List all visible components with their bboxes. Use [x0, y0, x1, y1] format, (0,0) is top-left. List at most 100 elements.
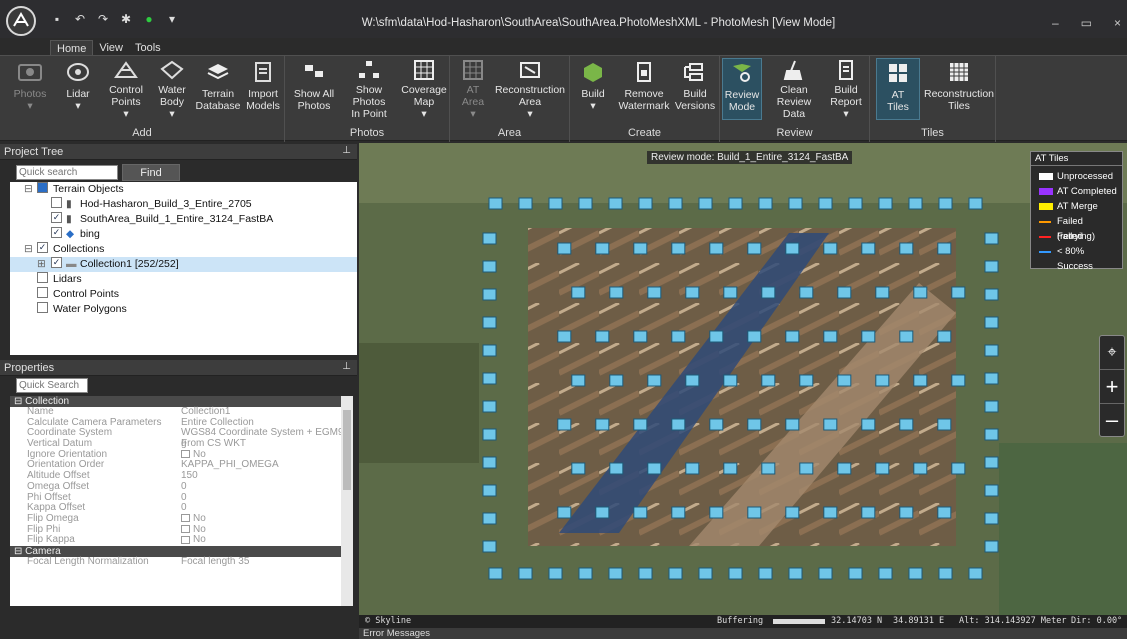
camera-marker[interactable]: [875, 374, 890, 387]
checkbox[interactable]: ✓: [51, 212, 62, 223]
checkbox[interactable]: ✓: [37, 242, 48, 253]
camera-marker[interactable]: [818, 197, 833, 210]
camera-marker[interactable]: [482, 372, 497, 385]
tree-item-bing[interactable]: ✓ ◆ bing: [10, 227, 357, 242]
checkbox[interactable]: [51, 197, 62, 208]
camera-marker[interactable]: [638, 197, 653, 210]
camera-marker[interactable]: [788, 197, 803, 210]
camera-marker[interactable]: [482, 428, 497, 441]
at-area-button[interactable]: AT Area ▾: [456, 58, 490, 120]
tree-item-terrain-objects[interactable]: ⊟ Terrain Objects: [10, 182, 357, 197]
camera-marker[interactable]: [984, 540, 999, 553]
camera-marker[interactable]: [785, 330, 800, 343]
camera-marker[interactable]: [861, 418, 876, 431]
camera-marker[interactable]: [861, 506, 876, 519]
camera-marker[interactable]: [984, 344, 999, 357]
camera-marker[interactable]: [647, 374, 662, 387]
camera-marker[interactable]: [984, 512, 999, 525]
camera-marker[interactable]: [609, 374, 624, 387]
camera-marker[interactable]: [823, 418, 838, 431]
camera-marker[interactable]: [595, 506, 610, 519]
camera-marker[interactable]: [938, 197, 953, 210]
camera-marker[interactable]: [671, 330, 686, 343]
camera-marker[interactable]: [518, 197, 533, 210]
camera-marker[interactable]: [482, 484, 497, 497]
show-all-photos-button[interactable]: Show All Photos: [291, 58, 337, 120]
camera-marker[interactable]: [578, 197, 593, 210]
property-row[interactable]: Focal Length Normalization Focal length 3…: [10, 556, 353, 568]
error-messages-panel[interactable]: Error Messages: [359, 628, 1127, 639]
camera-marker[interactable]: [875, 286, 890, 299]
camera-marker[interactable]: [984, 372, 999, 385]
camera-marker[interactable]: [758, 197, 773, 210]
camera-marker[interactable]: [861, 242, 876, 255]
camera-marker[interactable]: [951, 462, 966, 475]
camera-marker[interactable]: [908, 567, 923, 580]
camera-marker[interactable]: [913, 374, 928, 387]
camera-marker[interactable]: [937, 242, 952, 255]
camera-marker[interactable]: [984, 428, 999, 441]
camera-marker[interactable]: [761, 286, 776, 299]
tree-item-control-points[interactable]: Control Points: [10, 287, 357, 302]
locate-icon[interactable]: ⌖: [1100, 336, 1124, 370]
camera-marker[interactable]: [968, 197, 983, 210]
camera-marker[interactable]: [951, 286, 966, 299]
properties-scrollbar[interactable]: [341, 396, 353, 606]
camera-marker[interactable]: [633, 242, 648, 255]
water-body-button[interactable]: Water Body ▾: [152, 58, 192, 120]
camera-marker[interactable]: [633, 418, 648, 431]
camera-marker[interactable]: [984, 288, 999, 301]
camera-marker[interactable]: [951, 374, 966, 387]
checkbox[interactable]: [37, 287, 48, 298]
camera-marker[interactable]: [899, 506, 914, 519]
reconstruction-tiles-button[interactable]: Reconstruction Tiles: [924, 58, 994, 120]
remove-watermark-button[interactable]: Remove Watermark: [616, 58, 672, 120]
terrain-database-button[interactable]: Terrain Database: [196, 58, 240, 120]
build-report-button[interactable]: Build Report ▾: [826, 58, 866, 120]
camera-marker[interactable]: [818, 567, 833, 580]
checkbox[interactable]: ✓: [51, 257, 62, 268]
tree-item-collections[interactable]: ⊟ ✓ Collections: [10, 242, 357, 257]
camera-marker[interactable]: [698, 567, 713, 580]
checkbox[interactable]: [37, 182, 48, 193]
camera-marker[interactable]: [848, 567, 863, 580]
camera-marker[interactable]: [723, 286, 738, 299]
camera-marker[interactable]: [723, 374, 738, 387]
camera-marker[interactable]: [685, 286, 700, 299]
camera-marker[interactable]: [482, 512, 497, 525]
camera-marker[interactable]: [785, 506, 800, 519]
camera-marker[interactable]: [913, 462, 928, 475]
camera-marker[interactable]: [668, 197, 683, 210]
checkbox[interactable]: [37, 272, 48, 283]
camera-marker[interactable]: [758, 567, 773, 580]
review-mode-button[interactable]: Review Mode: [722, 58, 762, 120]
camera-marker[interactable]: [488, 567, 503, 580]
camera-marker[interactable]: [861, 330, 876, 343]
coverage-map-button[interactable]: Coverage Map ▾: [401, 58, 447, 120]
camera-marker[interactable]: [938, 567, 953, 580]
properties-search-input[interactable]: [16, 378, 88, 393]
camera-marker[interactable]: [482, 540, 497, 553]
camera-marker[interactable]: [984, 484, 999, 497]
pin-icon[interactable]: ⊥: [342, 361, 351, 372]
camera-marker[interactable]: [984, 400, 999, 413]
camera-marker[interactable]: [913, 286, 928, 299]
camera-marker[interactable]: [482, 232, 497, 245]
camera-marker[interactable]: [685, 462, 700, 475]
camera-marker[interactable]: [937, 330, 952, 343]
camera-marker[interactable]: [837, 286, 852, 299]
camera-marker[interactable]: [788, 567, 803, 580]
zoom-out-icon[interactable]: –: [1100, 404, 1124, 436]
camera-marker[interactable]: [899, 418, 914, 431]
camera-marker[interactable]: [761, 462, 776, 475]
camera-marker[interactable]: [799, 286, 814, 299]
camera-marker[interactable]: [709, 506, 724, 519]
camera-marker[interactable]: [548, 567, 563, 580]
camera-marker[interactable]: [482, 344, 497, 357]
checkbox[interactable]: ✓: [51, 227, 62, 238]
camera-marker[interactable]: [709, 330, 724, 343]
camera-marker[interactable]: [595, 242, 610, 255]
camera-marker[interactable]: [908, 197, 923, 210]
camera-marker[interactable]: [937, 418, 952, 431]
property-row[interactable]: Omega Offset 0: [10, 481, 353, 493]
